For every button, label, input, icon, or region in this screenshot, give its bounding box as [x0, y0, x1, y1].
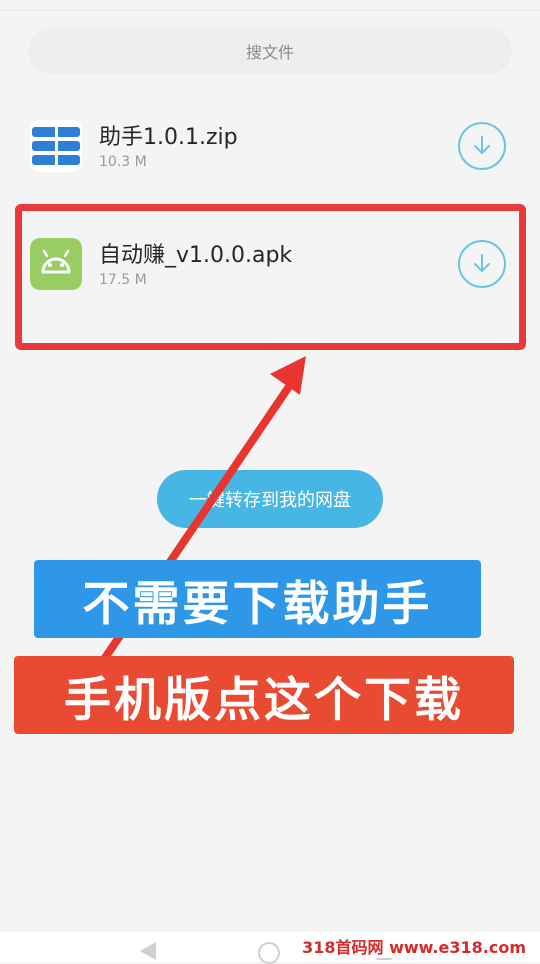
- save-to-cloud-label: 一键转存到我的网盘: [189, 490, 351, 511]
- download-arrow-icon: [474, 136, 490, 154]
- archive-icon: [30, 120, 82, 172]
- search-files-bar[interactable]: 搜文件: [28, 28, 512, 74]
- banner-no-assistant: 不需要下载助手: [34, 560, 481, 638]
- file-size: 10.3 M: [99, 154, 147, 170]
- search-label: 搜文件: [245, 43, 294, 62]
- download-button[interactable]: [458, 122, 506, 170]
- back-icon[interactable]: [140, 942, 156, 960]
- home-icon[interactable]: [258, 942, 280, 964]
- file-row-zip[interactable]: 助手1.0.1.zip 10.3 M: [30, 108, 510, 188]
- banner-mobile-download-text: 手机版点这个下载: [64, 672, 464, 728]
- banner-mobile-download: 手机版点这个下载: [14, 656, 514, 734]
- banner-no-assistant-text: 不需要下载助手: [82, 576, 433, 632]
- top-divider: [0, 10, 540, 11]
- watermark: 318首码网 www.e318.com: [294, 934, 534, 958]
- highlight-box: [15, 204, 526, 350]
- save-to-cloud-button[interactable]: 一键转存到我的网盘: [157, 470, 383, 528]
- file-name: 助手1.0.1.zip: [99, 125, 238, 150]
